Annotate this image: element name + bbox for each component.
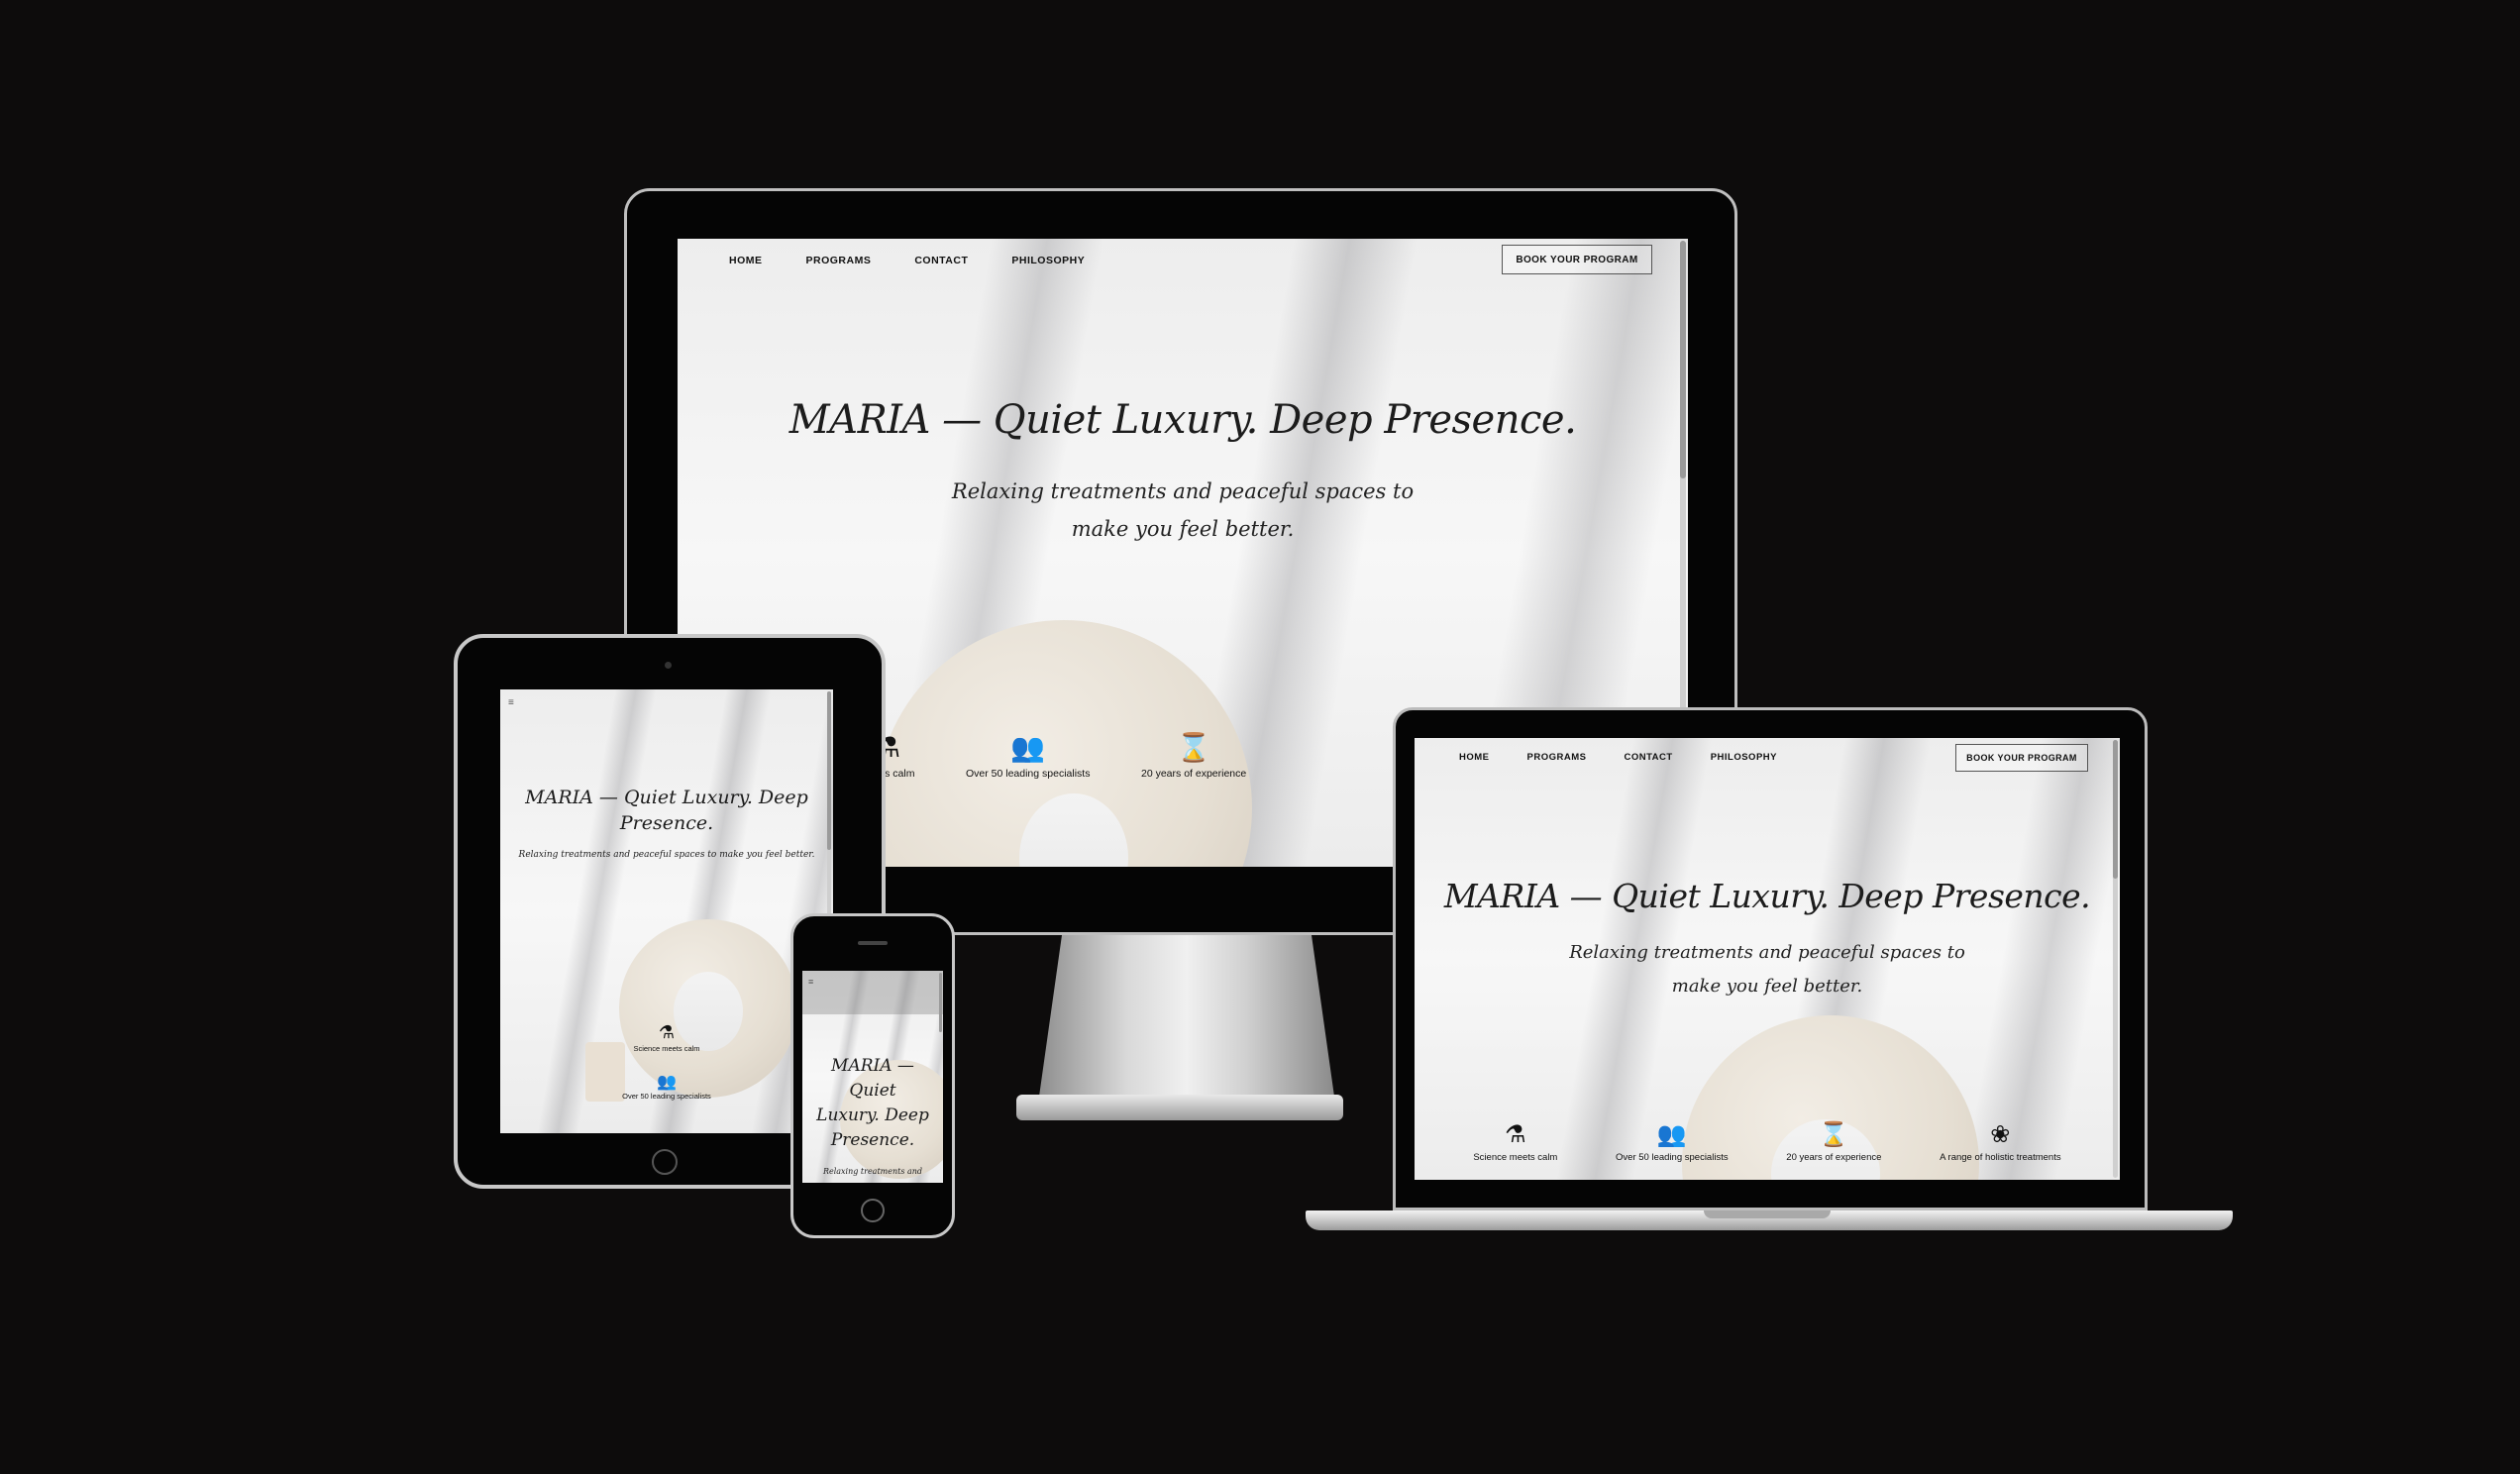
hourglass-icon: ⌛ [1819, 1120, 1849, 1148]
hero-subtitle-line2: make you feel better. [1671, 976, 1863, 997]
laptop-screen: HOME PROGRAMS CONTACT PHILOSOPHY BOOK YO… [1415, 738, 2120, 1180]
hero-title-line1: MARIA — Quiet Luxury. Deep [525, 787, 808, 808]
feature-label: Over 50 leading specialists [965, 768, 1091, 780]
people-icon: 👥 [1010, 731, 1046, 764]
hero-subtitle: Relaxing treatments and [822, 1167, 923, 1176]
hero-title: MARIA — Quiet Luxury. Deep Presence. [788, 397, 1577, 443]
book-program-button[interactable]: BOOK YOUR PROGRAM [1955, 744, 2088, 772]
hero-subtitle-line1: Relaxing treatments and peaceful spaces … [951, 479, 1415, 503]
people-icon: 👥 [1656, 1120, 1687, 1148]
hero-title: MARIA — Quiet Luxury. Deep Presence. [1443, 877, 2091, 915]
feature-experience: ⌛ 20 years of experience [1141, 731, 1247, 781]
phone-scroll-thumb[interactable] [939, 973, 942, 1032]
monitor-stand-base [1016, 1095, 1343, 1120]
lotus-icon: ❀ [1990, 1120, 2011, 1148]
feature-science: ⚗ Science meets calm [1473, 1122, 1557, 1163]
hourglass-icon: ⌛ [1176, 731, 1211, 764]
laptop-notch [1704, 1211, 1831, 1218]
tablet-screen: ≡ MARIA — Quiet Luxury. Deep Presence. R… [500, 689, 833, 1133]
feature-science: ⚗ Science meets calm [500, 1022, 833, 1054]
hero-subtitle-line2: make you feel better. [1071, 517, 1295, 541]
nav-philosophy-link[interactable]: PHILOSOPHY [1011, 255, 1085, 266]
hero-subtitle: Relaxing treatments and peaceful spaces … [518, 850, 815, 860]
feature-experience: ⌛ 20 years of experience [1786, 1122, 1881, 1163]
feature-label: 20 years of experience [1786, 1152, 1882, 1163]
flask-icon: ⚗ [658, 1022, 676, 1043]
laptop-features: ⚗ Science meets calm 👥 Over 50 leading s… [1444, 1122, 2090, 1163]
feature-label: Over 50 leading specialists [622, 1092, 711, 1101]
hero-title-line2: Presence. [619, 812, 714, 834]
desktop-nav: HOME PROGRAMS CONTACT PHILOSOPHY [729, 255, 1085, 266]
hero-title-line2: Quiet [849, 1081, 896, 1101]
nav-home-link[interactable]: HOME [1459, 752, 1490, 763]
tablet-scroll-thumb[interactable] [827, 691, 831, 850]
hero-subtitle-line1: Relaxing treatments and peaceful spaces … [1569, 942, 1965, 963]
desktop-scroll-thumb[interactable] [1680, 241, 1686, 478]
nav-programs-link[interactable]: PROGRAMS [1527, 752, 1587, 763]
nav-contact-link[interactable]: CONTACT [1624, 752, 1672, 763]
phone-home-button[interactable] [861, 1199, 885, 1222]
laptop-scroll-thumb[interactable] [2113, 740, 2118, 879]
feature-label: Science meets calm [1473, 1152, 1558, 1163]
feature-label: Over 50 leading specialists [1616, 1152, 1729, 1163]
feature-specialists: 👥 Over 50 leading specialists [500, 1072, 833, 1102]
hamburger-icon[interactable]: ≡ [808, 977, 813, 987]
tablet-camera [665, 662, 672, 669]
feature-holistic: ❀ A range of holistic treatments [1940, 1122, 2061, 1163]
monitor-stand [1038, 935, 1335, 1104]
phone-speaker [858, 941, 888, 945]
nav-philosophy-link[interactable]: PHILOSOPHY [1711, 752, 1777, 763]
phone-screen: ≡ MARIA — Quiet Luxury. Deep Presence. R… [802, 971, 943, 1183]
hero-title-line3: Luxury. Deep [816, 1106, 929, 1125]
feature-label: A range of holistic treatments [1940, 1152, 2061, 1163]
book-program-button[interactable]: BOOK YOUR PROGRAM [1502, 245, 1652, 274]
feature-specialists: 👥 Over 50 leading specialists [1616, 1122, 1729, 1163]
hamburger-icon[interactable]: ≡ [508, 697, 514, 708]
nav-contact-link[interactable]: CONTACT [914, 255, 968, 266]
hero-title-line1: MARIA — [831, 1056, 914, 1076]
tablet-home-button[interactable] [652, 1149, 678, 1175]
nav-programs-link[interactable]: PROGRAMS [806, 255, 872, 266]
laptop-nav: HOME PROGRAMS CONTACT PHILOSOPHY [1459, 752, 1777, 763]
flask-icon: ⚗ [1505, 1120, 1526, 1148]
desktop-features: ⚗ meets calm 👥 Over 50 leading specialis… [836, 731, 1272, 781]
phone-top-bar [802, 971, 943, 1014]
feature-specialists: 👥 Over 50 leading specialists [965, 731, 1091, 781]
people-icon: 👥 [657, 1072, 677, 1091]
nav-home-link[interactable]: HOME [729, 255, 763, 266]
feature-label: 20 years of experience [1141, 768, 1247, 780]
hero-title-line4: Presence. [830, 1130, 915, 1150]
feature-label: Science meets calm [633, 1044, 700, 1053]
